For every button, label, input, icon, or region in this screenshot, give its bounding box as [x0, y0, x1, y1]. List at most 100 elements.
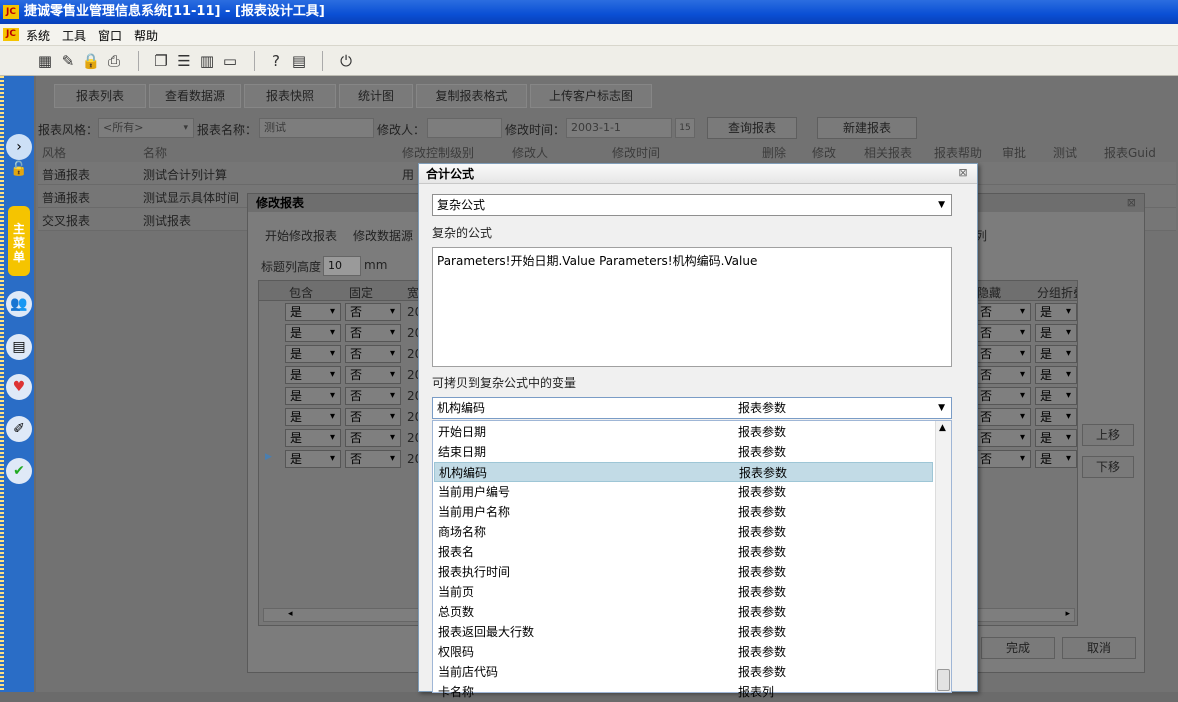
hidden-select[interactable]: 否: [975, 324, 1031, 342]
fold-select[interactable]: 是: [1035, 429, 1077, 447]
fold-select[interactable]: 是: [1035, 408, 1077, 426]
formula-textarea[interactable]: Parameters!开始日期.Value Parameters!机构编码.Va…: [432, 247, 952, 367]
fold-select[interactable]: 是: [1035, 450, 1077, 468]
time-input[interactable]: 2003-1-1: [566, 118, 672, 138]
vertical-scrollbar[interactable]: ▲: [935, 421, 951, 692]
calculator-icon[interactable]: ▦: [35, 51, 55, 71]
document-icon[interactable]: ▤: [289, 51, 309, 71]
tab-copy-format[interactable]: 复制报表格式: [416, 84, 527, 108]
fixed-select[interactable]: 否: [345, 366, 401, 384]
move-down-button[interactable]: 下移: [1082, 456, 1134, 478]
move-up-button[interactable]: 上移: [1082, 424, 1134, 446]
include-select[interactable]: 是: [285, 303, 341, 321]
formula-type-select[interactable]: 复杂公式 ▼: [432, 194, 952, 216]
fixed-select[interactable]: 否: [345, 408, 401, 426]
menu-window[interactable]: 窗口: [98, 27, 122, 44]
modify-datasource-button[interactable]: 修改数据源: [353, 227, 413, 244]
col-group-fold: 分组折叠: [1037, 286, 1077, 300]
start-modify-button[interactable]: 开始修改报表: [265, 227, 337, 244]
eraser-icon[interactable]: ✐: [6, 416, 32, 442]
heart-icon[interactable]: ♥: [6, 374, 32, 400]
include-select[interactable]: 是: [285, 387, 341, 405]
hidden-select[interactable]: 否: [975, 345, 1031, 363]
variable-item[interactable]: 报表名 报表参数: [434, 542, 933, 562]
pencil-icon[interactable]: ✎: [58, 51, 78, 71]
tab-upload-logo[interactable]: 上传客户标志图: [530, 84, 652, 108]
close-icon[interactable]: ⊠: [957, 167, 969, 179]
include-select[interactable]: 是: [285, 324, 341, 342]
fixed-select[interactable]: 否: [345, 324, 401, 342]
menu-system[interactable]: 系统: [26, 27, 50, 44]
fold-select[interactable]: 是: [1035, 387, 1077, 405]
variable-item[interactable]: 结束日期 报表参数: [434, 442, 933, 462]
cascade-windows-icon[interactable]: ❐: [151, 51, 171, 71]
menu-help[interactable]: 帮助: [134, 27, 158, 44]
tile-horizontal-icon[interactable]: ☰: [174, 51, 194, 71]
tab-view-datasource[interactable]: 查看数据源: [149, 84, 241, 108]
fold-select[interactable]: 是: [1035, 303, 1077, 321]
hidden-select[interactable]: 否: [975, 450, 1031, 468]
hidden-select[interactable]: 否: [975, 408, 1031, 426]
variable-item[interactable]: 商场名称 报表参数: [434, 522, 933, 542]
variable-item[interactable]: 当前页 报表参数: [434, 582, 933, 602]
fixed-select[interactable]: 否: [345, 303, 401, 321]
include-select[interactable]: 是: [285, 345, 341, 363]
fold-select[interactable]: 是: [1035, 345, 1077, 363]
variable-item[interactable]: 报表执行时间 报表参数: [434, 562, 933, 582]
hidden-select[interactable]: 否: [975, 366, 1031, 384]
tile-vertical-icon[interactable]: ▥: [197, 51, 217, 71]
box-icon[interactable]: ▤: [6, 334, 32, 360]
printer-icon[interactable]: ⎙: [104, 51, 124, 71]
checklist-icon[interactable]: ✔: [6, 458, 32, 484]
help-icon[interactable]: ?: [266, 51, 286, 71]
scroll-up-icon[interactable]: ▲: [939, 423, 946, 433]
fixed-select[interactable]: 否: [345, 345, 401, 363]
title-height-input[interactable]: 10: [323, 256, 361, 276]
modifier-input[interactable]: [427, 118, 502, 138]
include-select[interactable]: 是: [285, 429, 341, 447]
include-select[interactable]: 是: [285, 366, 341, 384]
variable-item[interactable]: 权限码 报表参数: [434, 642, 933, 662]
variable-item[interactable]: 机构编码 报表参数: [434, 462, 933, 482]
variable-item[interactable]: 总页数 报表参数: [434, 602, 933, 622]
include-select[interactable]: 是: [285, 408, 341, 426]
variable-item[interactable]: 卡名称 报表列: [434, 682, 933, 702]
variable-item[interactable]: 当前店代码 报表参数: [434, 662, 933, 682]
window-icon[interactable]: ▭: [220, 51, 240, 71]
variable-item[interactable]: 报表返回最大行数 报表参数: [434, 622, 933, 642]
power-icon[interactable]: ⏻: [336, 51, 356, 71]
close-icon[interactable]: ⊠: [1127, 196, 1136, 209]
fold-select[interactable]: 是: [1035, 324, 1077, 342]
main-menu-tab[interactable]: 主菜单: [8, 206, 30, 276]
tab-report-snapshot[interactable]: 报表快照: [244, 84, 336, 108]
fixed-select[interactable]: 否: [345, 450, 401, 468]
hidden-select[interactable]: 否: [975, 303, 1031, 321]
finish-button[interactable]: 完成: [981, 637, 1055, 659]
new-report-button[interactable]: 新建报表: [817, 117, 917, 139]
query-report-button[interactable]: 查询报表: [707, 117, 797, 139]
fold-select[interactable]: 是: [1035, 366, 1077, 384]
include-select[interactable]: 是: [285, 450, 341, 468]
tab-report-list[interactable]: 报表列表: [54, 84, 146, 108]
window-title: 捷诚零售业管理信息系统[11-11] - [报表设计工具]: [24, 4, 325, 19]
scroll-thumb[interactable]: [937, 669, 950, 691]
variable-item[interactable]: 开始日期 报表参数: [434, 422, 933, 442]
tab-statistics-chart[interactable]: 统计图: [339, 84, 413, 108]
calendar-icon[interactable]: 15: [675, 118, 695, 138]
variables-select[interactable]: 机构编码 报表参数 ▼: [432, 397, 952, 419]
variable-item[interactable]: 当前用户编号 报表参数: [434, 482, 933, 502]
cancel-button[interactable]: 取消: [1062, 637, 1136, 659]
users-icon[interactable]: 👥: [6, 291, 32, 317]
variables-list[interactable]: 开始日期 报表参数 结束日期 报表参数 机构编码 报表参数 当前用户编号 报表参数 当前用户名称…: [432, 420, 952, 699]
name-input[interactable]: 测试: [259, 118, 374, 138]
row-pointer-icon: ▶: [265, 452, 272, 462]
fixed-select[interactable]: 否: [345, 387, 401, 405]
unlock-icon[interactable]: 🔓: [6, 156, 32, 182]
hidden-select[interactable]: 否: [975, 387, 1031, 405]
menu-tools[interactable]: 工具: [62, 27, 86, 44]
style-select[interactable]: <所有> ▾: [98, 118, 194, 138]
fixed-select[interactable]: 否: [345, 429, 401, 447]
variable-item[interactable]: 当前用户名称 报表参数: [434, 502, 933, 522]
hidden-select[interactable]: 否: [975, 429, 1031, 447]
lock-icon[interactable]: 🔒: [81, 51, 101, 71]
